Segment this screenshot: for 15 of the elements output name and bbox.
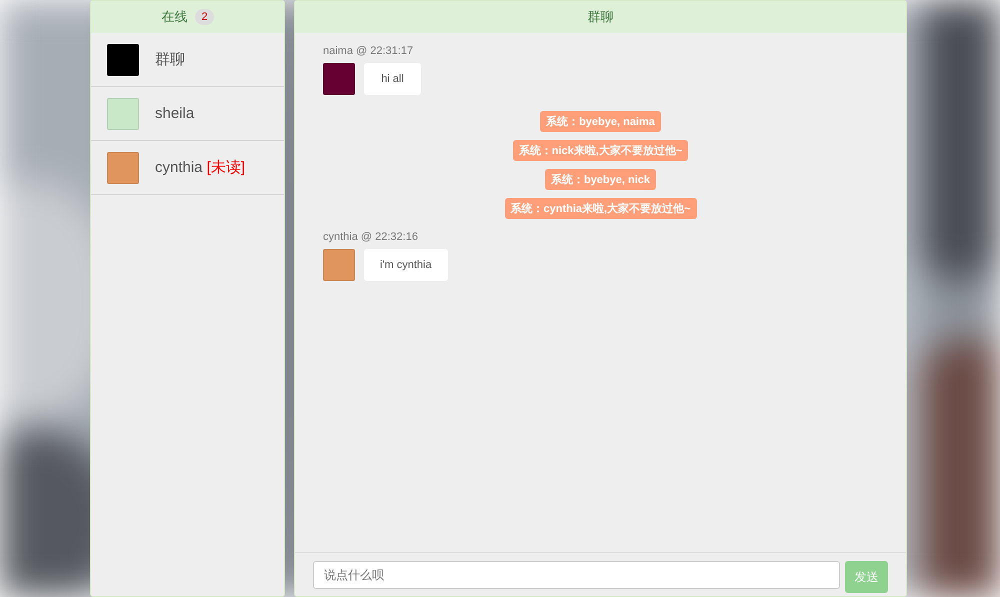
system-message: 系统：byebye, naima: [540, 111, 661, 132]
message-bubble: i'm cynthia: [364, 249, 448, 281]
message-header: cynthia @ 22:32:16: [323, 231, 419, 243]
contact-item[interactable]: cynthia [未读]: [91, 141, 284, 195]
message-bubble: hi all: [364, 63, 421, 95]
contact-item[interactable]: 群聊: [91, 33, 284, 87]
system-message: 系统：nick来啦,大家不要放过他~: [512, 140, 688, 161]
online-count: 2: [195, 9, 214, 25]
message-header: naima @ 22:31:17: [323, 45, 414, 57]
contact-item[interactable]: sheila: [91, 87, 284, 141]
system-message: 系统：cynthia来啦,大家不要放过他~: [504, 198, 696, 219]
online-title: 在线: [161, 8, 188, 26]
chat-title: 群聊: [588, 8, 614, 26]
message-input[interactable]: 说点什么呗: [313, 561, 840, 589]
system-message: 系统：byebye, nick: [544, 169, 656, 190]
